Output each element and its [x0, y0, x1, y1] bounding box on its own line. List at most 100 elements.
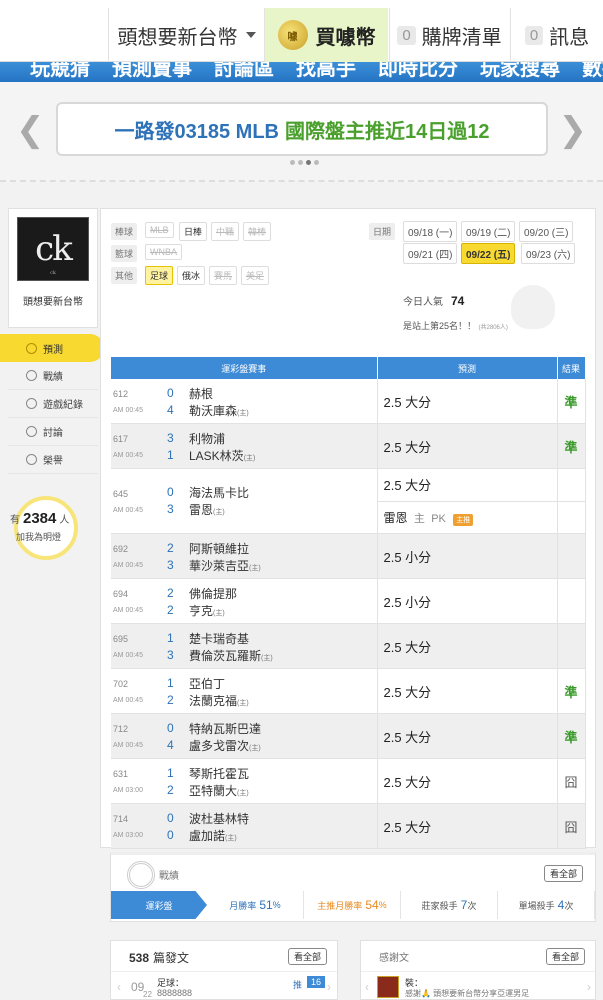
record-see-all-button[interactable]: 看全部 [543, 865, 583, 882]
table-row[interactable]: 702 AM 00:45 1 亞伯丁 2 法蘭克福(主) 2.5 大分 準 [111, 668, 586, 714]
game-time: AM 00:45 [113, 562, 143, 569]
record-tab-sports-lottery[interactable]: 運彩盤 [111, 891, 207, 919]
result [557, 533, 586, 579]
profile-sidebar: ck ck 頭想要新台幣 預測 戰績 遊戲紀錄 討論 榮譽 有 2384 人 加… [0, 208, 104, 576]
host-mark: (主) [249, 565, 261, 572]
prediction: 2.5 大分 [377, 758, 558, 804]
nav-item[interactable]: 玩競猜 [30, 62, 90, 81]
home-team-name: 盧加諾 [189, 829, 226, 843]
popularity-value: 74 [451, 294, 465, 308]
next-arrow-icon[interactable]: ❯ [559, 110, 588, 150]
filter-chip-wnba[interactable]: WNBA [145, 244, 182, 260]
nav-item[interactable]: 討論區 [214, 62, 274, 81]
buy-coins-button[interactable]: 噱 買噱幣 [264, 8, 388, 62]
filter-chip-mlb[interactable]: MLB [145, 222, 174, 238]
featured-win-rate-value: 54 [365, 898, 379, 912]
prev-arrow-icon[interactable]: ❮ [16, 110, 45, 150]
table-row[interactable]: 631 AM 03:00 1 琴斯托霍瓦 2 亞特蘭大(主) 2.5 大分 囧 [111, 758, 586, 804]
monthly-win-rate-label: 月勝率 [229, 900, 257, 911]
prediction: 2.5 大分 [377, 623, 558, 669]
nav-item[interactable]: 找高手 [296, 62, 356, 81]
thanks-see-all-button[interactable]: 看全部 [545, 948, 585, 965]
home-team: 法蘭克福(主) [189, 692, 249, 709]
game-time: AM 00:45 [113, 452, 143, 459]
nav-item[interactable]: 玩家搜尋 [480, 62, 560, 81]
menu-item-record[interactable]: 戰績 [8, 362, 98, 390]
banner-slide[interactable]: 一路發03185 MLB 國際盤主推近14日過12 [56, 102, 548, 156]
date-chip[interactable]: 09/18 (一) [403, 221, 458, 242]
menu-item-discussion[interactable]: 討論 [8, 418, 98, 446]
game-number: 612 [113, 389, 129, 399]
game-time: AM 03:00 [113, 832, 143, 839]
chevron-right-icon[interactable]: › [327, 980, 331, 994]
nav-item[interactable]: 數據 [582, 62, 603, 81]
lightbulb-icon [14, 496, 78, 560]
table-row[interactable]: 714 AM 03:00 0 波杜基林特 0 盧加諾(主) 2.5 大分 囧 [111, 803, 586, 849]
away-score: 2 [167, 586, 174, 600]
filter-chip-khl[interactable]: 俄冰 [177, 266, 206, 285]
home-team: 雷恩(主) [189, 501, 225, 518]
thanks-header: 感謝文 [379, 953, 409, 964]
menu-item-predictions[interactable]: 預測 [0, 334, 104, 362]
record-title: 戰績 [159, 871, 179, 882]
carousel-dot[interactable] [290, 160, 295, 165]
single-game-killer-value: 4 [557, 898, 565, 912]
record-card: 戰績 看全部 運彩盤 月勝率 51 % 主推月勝率 54 % 莊家殺手 7 次 … [110, 852, 596, 922]
table-row[interactable]: 695 AM 00:45 1 楚卡瑞奇基 3 費倫茨瓦羅斯(主) 2.5 大分 [111, 623, 586, 669]
pk-host: 主 [413, 512, 425, 525]
carousel-dot[interactable] [314, 160, 319, 165]
post-item[interactable]: ‹ 09 22 足球： 8888888 推 16 › [111, 971, 337, 1000]
table-row[interactable]: 692 AM 00:45 2 阿斯頓維拉 3 華沙萊吉亞(主) 2.5 小分 [111, 533, 586, 579]
thanks-item[interactable]: ‹ 裝： 感謝🙏 頭想要新台幣分享亞運男足 › [361, 971, 595, 1000]
home-team-name: 勒沃庫森 [189, 404, 238, 418]
carousel-dot-active[interactable] [306, 160, 311, 165]
date-chip[interactable]: 09/21 (四) [403, 243, 458, 264]
buy-coins-label: 買噱幣 [315, 26, 376, 49]
home-team: 費倫茨瓦羅斯(主) [189, 647, 273, 664]
game-number: 694 [113, 589, 129, 599]
table-row[interactable]: 712 AM 00:45 0 特納瓦斯巴達 4 盧多戈雷次(主) 2.5 大分 … [111, 713, 586, 759]
table-row[interactable]: 694 AM 00:45 2 佛倫提那 2 亨克(主) 2.5 小分 [111, 578, 586, 624]
follow-prompt[interactable]: 加我為明燈 [16, 530, 61, 543]
table-row[interactable]: 617 AM 00:45 3 利物浦 1 LASK林茨(主) 2.5 大分 準 [111, 423, 586, 469]
home-team-name: 盧多戈雷次 [189, 739, 250, 753]
banner-prefix: 一路發03185 MLB [114, 120, 280, 143]
posts-see-all-button[interactable]: 看全部 [287, 948, 327, 965]
fans-suffix: 人 [59, 515, 70, 526]
filter-chip-kbo[interactable]: 韓棒 [243, 222, 272, 241]
chevron-right-icon[interactable]: › [587, 980, 591, 994]
messages-button[interactable]: 0 訊息 [510, 8, 603, 62]
filter-chip-soccer[interactable]: 足球 [145, 266, 174, 285]
history-icon [26, 398, 37, 409]
bet-list-button[interactable]: 0 購牌清單 [389, 8, 509, 62]
col-header-result: 結果 [557, 357, 586, 379]
avatar[interactable]: ck ck [17, 217, 89, 281]
date-chip-selected[interactable]: 09/22 (五) [461, 243, 516, 264]
fans-widget[interactable]: 有 2384 人 加我為明燈 [8, 496, 98, 576]
coin-icon: 噱 [277, 20, 308, 50]
nav-item[interactable]: 即時比分 [378, 62, 458, 81]
menu-item-honor[interactable]: 榮譽 [8, 446, 98, 474]
date-chip[interactable]: 09/20 (三) [519, 221, 574, 242]
profile-username: 頭想要新台幣 [23, 297, 83, 308]
nav-item[interactable]: 預測賣事 [112, 62, 192, 81]
filter-chip-horse[interactable]: 賽馬 [209, 266, 238, 285]
table-row[interactable]: 645 AM 00:45 0 海法馬卡比 3 雷恩(主) 2.5 大分 [111, 468, 586, 534]
chevron-left-icon[interactable]: ‹ [365, 980, 369, 994]
away-team: 佛倫提那 [189, 587, 238, 601]
chevron-left-icon[interactable]: ‹ [117, 980, 121, 994]
user-menu-button[interactable]: 頭想要新台幣 [108, 8, 264, 62]
carousel-dot[interactable] [298, 160, 303, 165]
table-row[interactable]: 612 AM 00:45 0 赫根 4 勒沃庫森(主) 2.5 大分 準 [111, 379, 586, 424]
posts-header: 538 篇發文 [129, 949, 189, 966]
posts-label: 篇發文 [153, 951, 190, 965]
filter-chip-nfl[interactable]: 美足 [241, 266, 270, 285]
banker-killer-label: 莊家殺手 [421, 900, 458, 911]
result [557, 578, 586, 624]
filter-chip-npb[interactable]: 日棒 [179, 222, 208, 241]
date-chip[interactable]: 09/23 (六) [521, 243, 576, 264]
menu-item-history[interactable]: 遊戲紀錄 [8, 390, 98, 418]
host-mark: (主) [237, 700, 249, 707]
date-chip[interactable]: 09/19 (二) [461, 221, 516, 242]
filter-chip-cpbl[interactable]: 中職 [211, 222, 240, 241]
